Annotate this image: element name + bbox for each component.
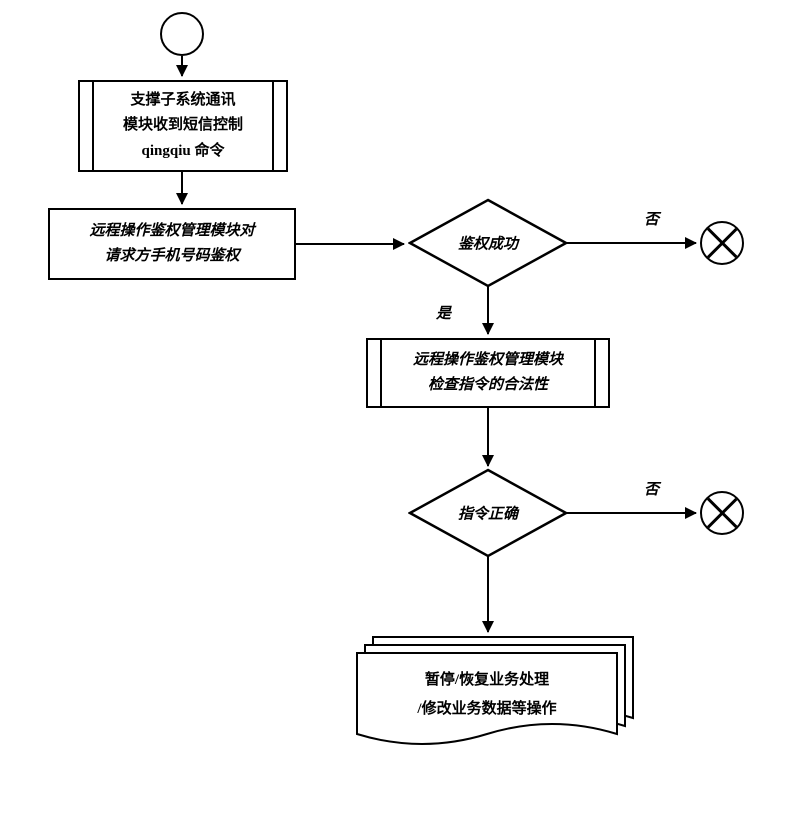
document-operations-text: 暂停/恢复业务处理 /修改业务数据等操作 (356, 666, 618, 723)
process-receive-sms-text: 支撑子系统通讯 模块收到短信控制 qingqiu 命令 (123, 88, 243, 165)
terminator-2 (700, 491, 744, 535)
arrow-d1-end1 (566, 242, 696, 244)
decision-command-correct-label: 指令正确 (458, 503, 518, 524)
label-no-1: 否 (644, 208, 659, 229)
arrow-p3-d2 (487, 408, 489, 466)
arrow-d2-end2 (566, 512, 696, 514)
arrow-d2-doc (487, 556, 489, 632)
label-yes-1: 是 (436, 302, 451, 323)
process-auth-phone-text: 远程操作鉴权管理模块对 请求方手机号码鉴权 (89, 219, 254, 270)
process-check-command: 远程操作鉴权管理模块 检查指令的合法性 (366, 338, 610, 408)
label-no-2: 否 (644, 478, 659, 499)
process-check-command-text: 远程操作鉴权管理模块 检查指令的合法性 (413, 348, 563, 399)
arrow-p1-p2 (181, 172, 183, 204)
document-operations: 暂停/恢复业务处理 /修改业务数据等操作 (356, 636, 634, 756)
arrow-start-p1 (181, 56, 183, 76)
arrow-p2-d1 (296, 243, 404, 245)
decision-auth-success-label: 鉴权成功 (458, 233, 518, 254)
decision-command-correct: 指令正确 (408, 468, 568, 558)
terminator-1 (700, 221, 744, 265)
decision-auth-success: 鉴权成功 (408, 198, 568, 288)
arrow-d1-p3 (487, 286, 489, 334)
process-auth-phone: 远程操作鉴权管理模块对 请求方手机号码鉴权 (48, 208, 296, 280)
start-node (160, 12, 204, 56)
process-receive-sms: 支撑子系统通讯 模块收到短信控制 qingqiu 命令 (78, 80, 288, 172)
